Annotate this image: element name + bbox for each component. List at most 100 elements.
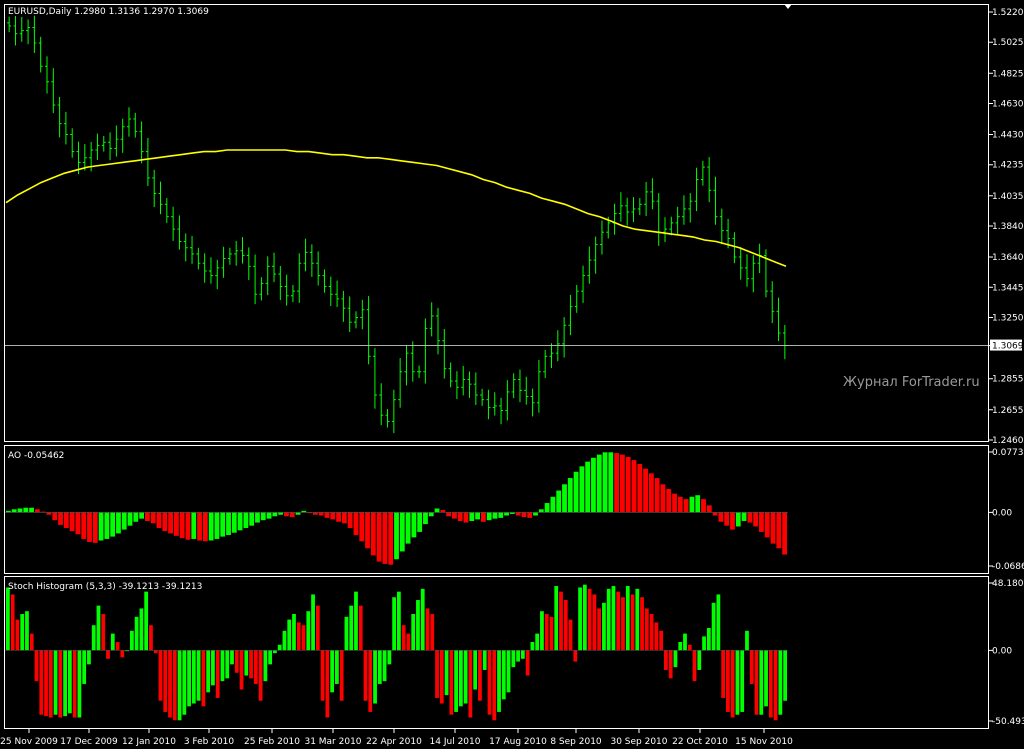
ao-bar <box>295 512 301 515</box>
stoch-bar <box>34 650 39 682</box>
stoch-bar <box>306 611 311 651</box>
symbol-header: EURUSD,Daily 1.2980 1.3136 1.2970 1.3069 <box>8 7 209 17</box>
stoch-bar <box>96 605 101 651</box>
ao-bar <box>34 509 40 513</box>
stoch-bar <box>430 614 435 651</box>
price-tick-label: 1.2855 <box>992 375 1024 385</box>
ao-bar <box>92 512 98 543</box>
stoch-bar <box>406 633 411 651</box>
time-tick-label: 25 Nov 2009 <box>0 737 58 747</box>
ao-bar <box>446 512 452 517</box>
stoch-bar <box>578 587 582 651</box>
stoch-bar <box>6 587 10 651</box>
ao-bar <box>104 512 110 539</box>
ao-bar <box>394 512 399 560</box>
ao-bar <box>249 512 255 526</box>
ao-bar <box>573 471 579 513</box>
stoch-bar <box>67 650 72 714</box>
ao-bar <box>480 512 486 522</box>
ao-bar <box>457 512 463 521</box>
ao-bar <box>654 478 660 513</box>
stoch-bar <box>215 650 220 698</box>
ao-bar <box>81 512 87 539</box>
ao-bar <box>469 512 475 521</box>
ao-bar <box>58 512 63 525</box>
stoch-bar <box>549 616 554 651</box>
stoch-bar <box>649 614 654 651</box>
stoch-bar <box>602 602 606 651</box>
stoch-bar <box>282 630 287 651</box>
price-tick-label: 1.3640 <box>992 253 1024 263</box>
ao-bar <box>712 512 718 516</box>
stoch-bar <box>301 625 306 651</box>
stoch-bar <box>48 650 53 718</box>
ao-bar <box>110 512 116 537</box>
ao-bar <box>336 512 341 522</box>
stoch-bar <box>258 650 263 701</box>
stoch-bar <box>592 594 597 651</box>
ao-bar <box>278 512 284 515</box>
stoch-bar <box>397 591 401 651</box>
stoch-bar <box>287 619 292 651</box>
ao-bar <box>782 512 787 555</box>
stoch-bar <box>416 600 420 651</box>
stoch-bar <box>425 608 430 651</box>
stoch-bar <box>106 650 110 659</box>
ao-bar <box>260 512 266 521</box>
price-tick-label: 1.3069 <box>992 342 1024 352</box>
stoch-bar <box>187 650 191 707</box>
stoch-bar <box>29 633 34 651</box>
stoch-bar <box>320 650 325 701</box>
stoch-bar <box>511 650 516 668</box>
stoch-bar <box>177 650 182 721</box>
stoch-bar <box>72 650 77 718</box>
stoch-bar <box>315 605 320 651</box>
stoch-bar <box>253 650 258 684</box>
ao-bar <box>121 512 127 530</box>
stoch-bar <box>20 614 25 651</box>
stoch-bar <box>597 608 602 651</box>
ao-bar <box>567 478 573 513</box>
ao-bar <box>631 460 637 513</box>
stoch-bar <box>158 650 163 701</box>
stoch-bar <box>773 650 778 721</box>
stoch-bar <box>15 619 20 651</box>
ao-bar <box>677 496 683 513</box>
stoch-bar <box>201 650 206 707</box>
stoch-bar <box>754 650 759 715</box>
price-tick-label: 1.3250 <box>992 313 1024 323</box>
stoch-bar <box>191 650 196 704</box>
ao-bar <box>643 468 648 513</box>
ao-bar <box>695 495 701 513</box>
stoch-bar <box>87 650 91 665</box>
ao-bar <box>550 496 556 513</box>
stoch-bar <box>540 611 544 651</box>
stoch-bar <box>654 622 659 651</box>
ao-bar <box>556 490 562 513</box>
ao-bar <box>237 512 243 531</box>
time-tick-label: 14 Jul 2010 <box>430 737 481 747</box>
stoch-bar <box>525 650 530 676</box>
time-tick-label: 8 Sep 2010 <box>550 737 602 747</box>
stoch-bar <box>487 650 492 715</box>
stoch-bar <box>535 633 540 651</box>
price-tick-label: 1.2655 <box>992 406 1024 416</box>
stoch-bar <box>10 594 15 651</box>
stoch-bar <box>768 650 773 718</box>
ao-bar <box>341 512 347 524</box>
ao-bar <box>753 512 759 527</box>
stoch-bar <box>559 591 563 651</box>
ao-bar <box>243 512 249 529</box>
stoch-bar <box>335 650 339 684</box>
ao-bar <box>579 466 585 513</box>
ao-bar <box>376 512 382 562</box>
ao-bar <box>353 512 359 536</box>
ao-bar <box>399 512 405 552</box>
stoch-bar <box>630 594 635 651</box>
stoch-bar <box>354 591 358 651</box>
stoch-bar <box>63 650 67 717</box>
ao-bar <box>266 512 272 519</box>
ao-bar <box>620 454 625 513</box>
ao-bar <box>289 512 295 518</box>
stoch-bar <box>673 650 678 668</box>
